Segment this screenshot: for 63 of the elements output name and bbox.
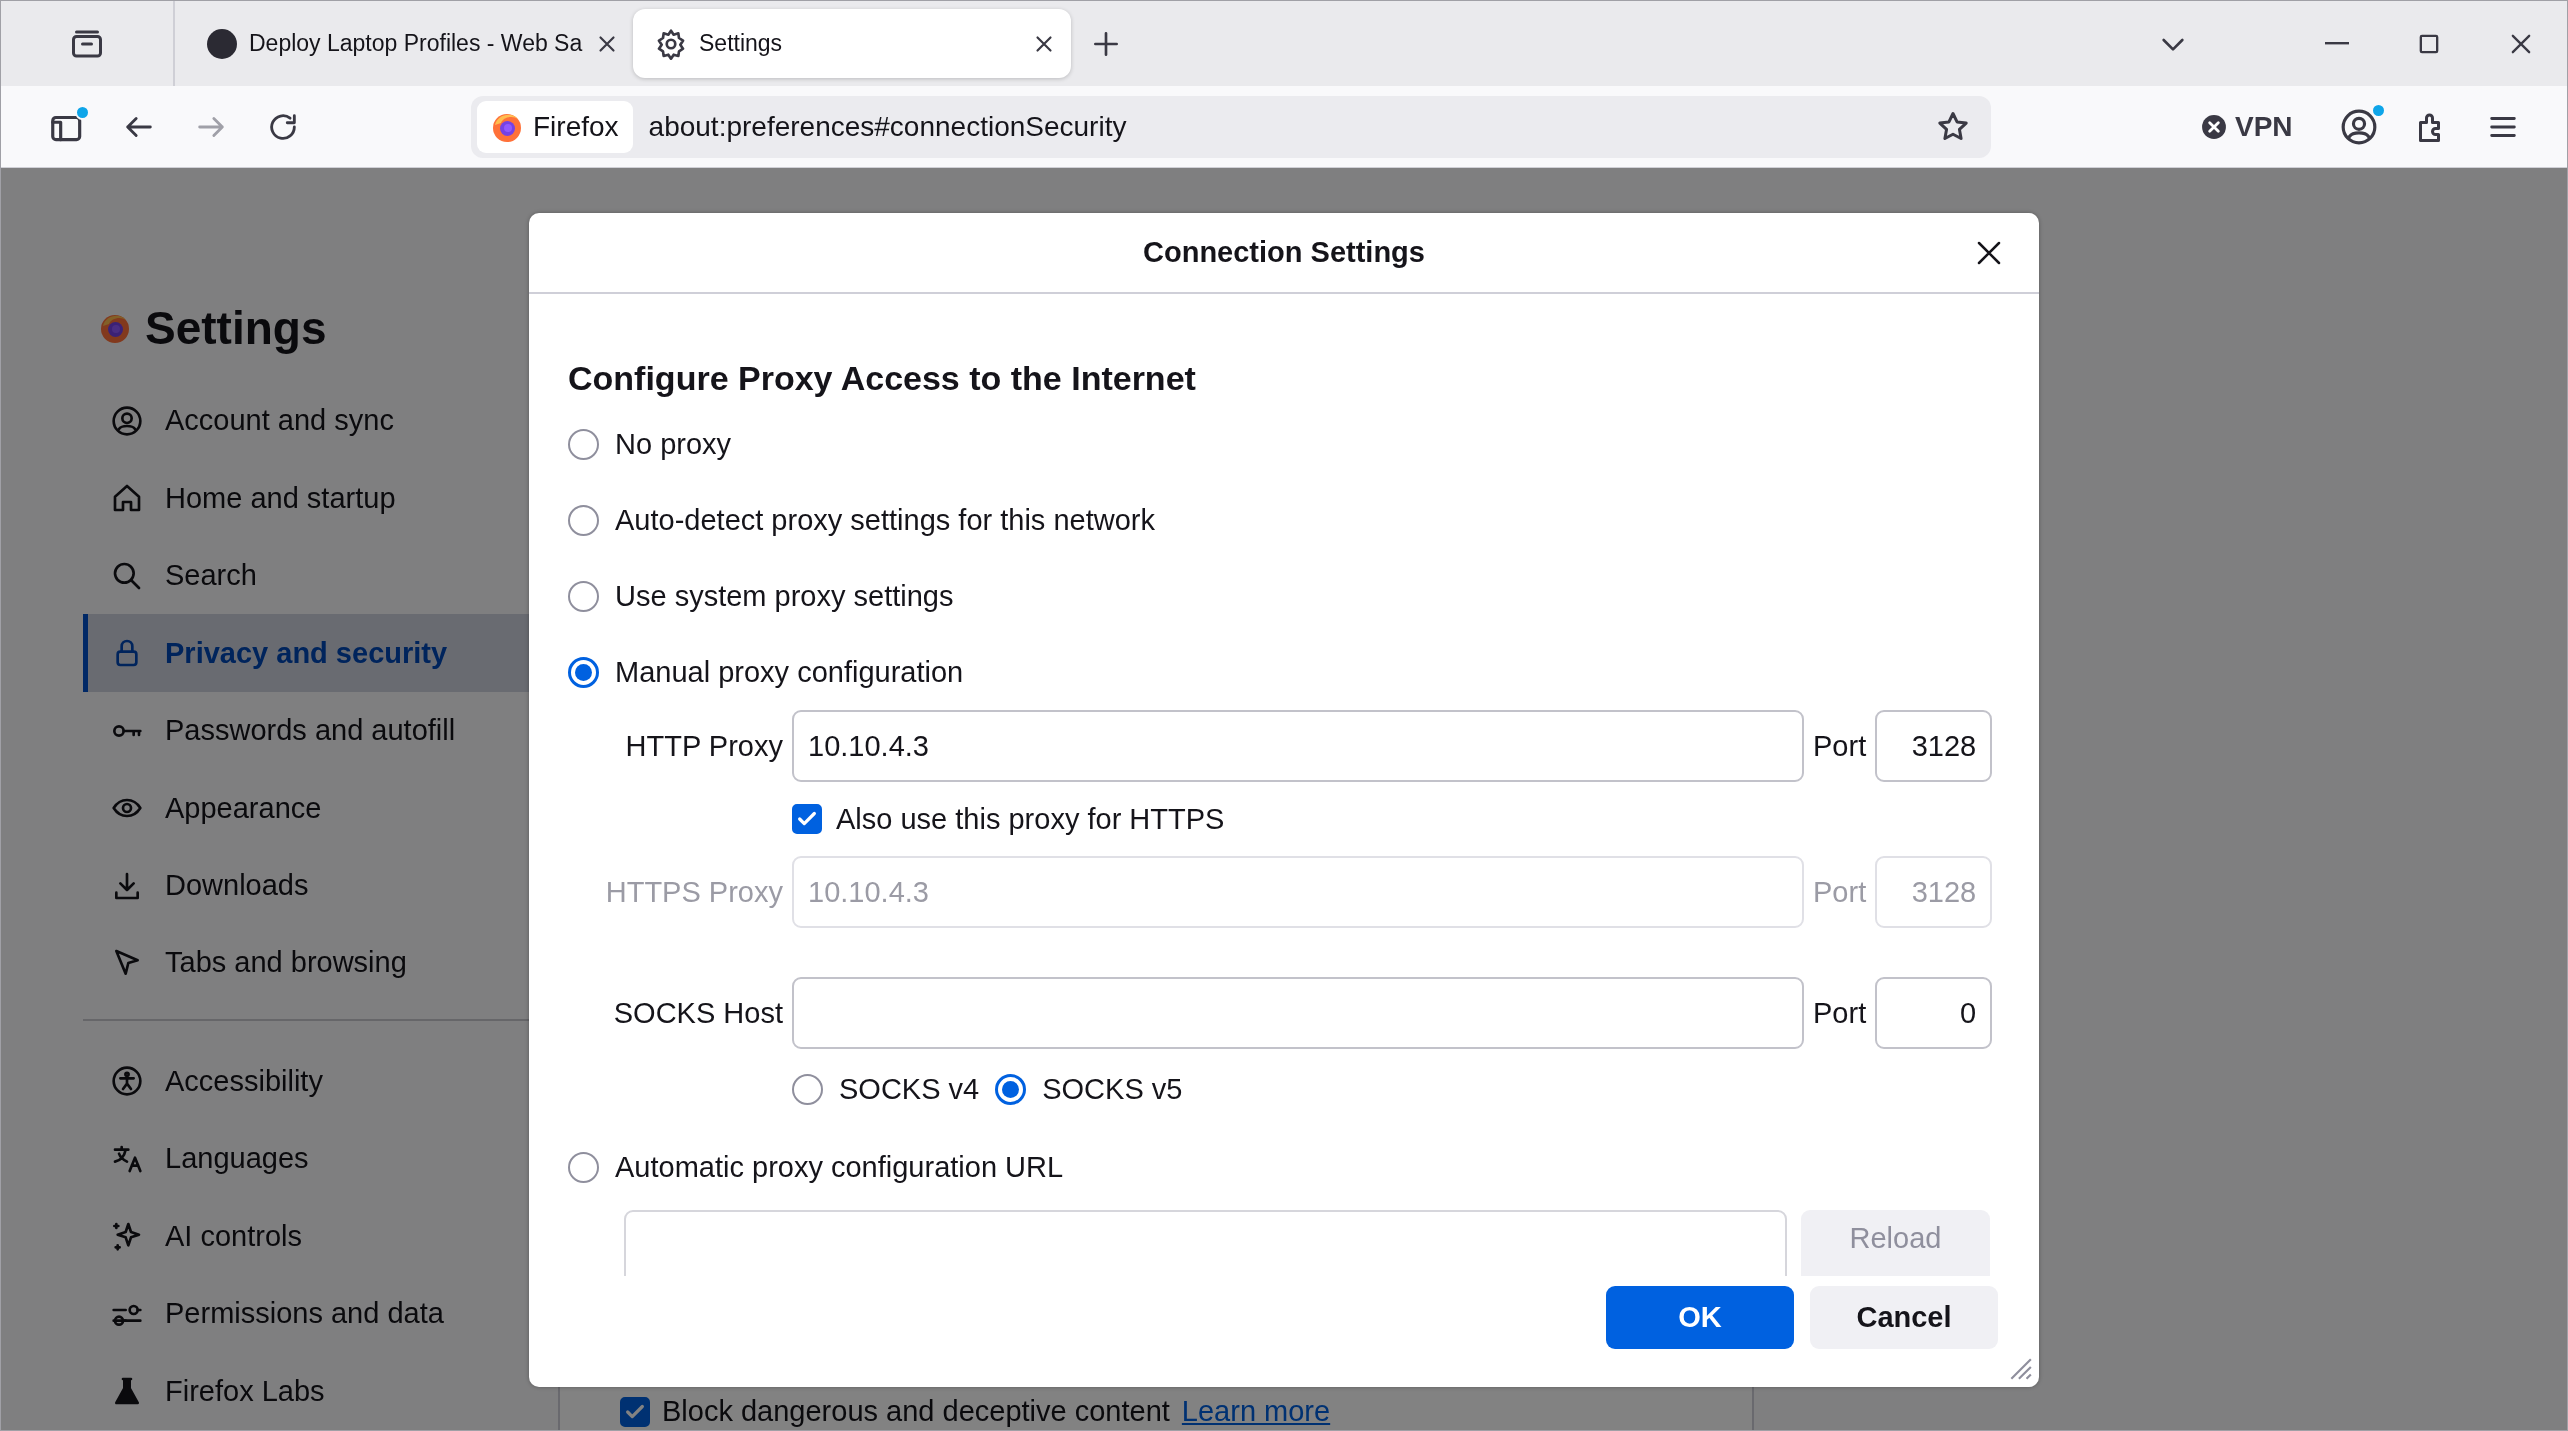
sidebar-item[interactable]: Appearance: [83, 769, 558, 847]
radio-label: SOCKS v5: [1042, 1072, 1183, 1106]
sidebar-item[interactable]: Downloads: [83, 846, 558, 925]
port-field[interactable]: 3128: [1875, 710, 1993, 782]
accessibility-icon: [111, 1065, 143, 1098]
identity-label: Firefox: [533, 110, 619, 143]
notification-dot: [2370, 102, 2386, 118]
sidebar-item[interactable]: Permissions and data: [83, 1275, 558, 1353]
radio-label: SOCKS v4: [839, 1072, 980, 1106]
checkbox[interactable]: [620, 1396, 650, 1427]
sidebar-item[interactable]: Languages: [83, 1120, 558, 1198]
radio-button[interactable]: [568, 656, 599, 688]
radio-button[interactable]: [792, 1073, 823, 1105]
radio-button[interactable]: [568, 504, 599, 536]
checkbox[interactable]: [792, 804, 822, 834]
radio-button[interactable]: [568, 1151, 599, 1183]
address-bar[interactable]: Firefox about:preferences#connectionSecurity: [471, 95, 1991, 158]
radio-label: Use system proxy settings: [615, 579, 954, 613]
radio-label: Automatic proxy configuration URL: [615, 1150, 1064, 1184]
ok-button[interactable]: OK: [1606, 1286, 1794, 1349]
port-field[interactable]: 0: [1875, 977, 1993, 1049]
notification-dot: [75, 104, 90, 120]
account-icon: [111, 404, 143, 437]
field-label: HTTPS Proxy: [604, 875, 783, 909]
sidebar-item[interactable]: Accessibility: [83, 1042, 558, 1121]
sidebar-item[interactable]: Tabs and browsing: [83, 924, 558, 1002]
vpn-button[interactable]: VPN: [2201, 110, 2293, 143]
radio-label: Auto-detect proxy settings for this network: [615, 503, 1155, 537]
browser-logo-icon: [99, 312, 131, 344]
minimize-icon: [2325, 42, 2349, 45]
radio-button[interactable]: [568, 428, 599, 460]
learn-more-link[interactable]: Learn more: [1181, 1395, 1331, 1428]
port-label: Port: [1813, 996, 1867, 1030]
sidebar-item[interactable]: Passwords and autofill: [83, 691, 558, 770]
port-label: Port: [1813, 729, 1867, 763]
input-field[interactable]: 10.10.4.3: [792, 710, 1804, 782]
sidebar-item[interactable]: AI controls: [83, 1197, 558, 1276]
sidebar-item[interactable]: Search: [83, 536, 558, 615]
dialog-title: Connection Settings: [1143, 236, 1425, 269]
sidebar-item[interactable]: Firefox Labs: [83, 1352, 558, 1430]
checkbox-label: Also use this proxy for HTTPS: [836, 802, 1225, 836]
site-icon: [207, 28, 237, 59]
page-title: Settings: [145, 301, 327, 355]
input-field[interactable]: [792, 977, 1804, 1049]
radio-label: No proxy: [615, 427, 732, 461]
section-heading: Configure Proxy Access to the Internet: [568, 358, 1197, 399]
radio-label: Manual proxy configuration: [615, 655, 964, 689]
sparkle-icon: [111, 1220, 143, 1253]
port-label: Port: [1813, 875, 1867, 909]
account-icon: [2339, 107, 2378, 146]
radio-button[interactable]: [568, 580, 599, 612]
gear-icon: [655, 27, 687, 60]
checkbox-label: Block dangerous and deceptive content: [662, 1395, 1170, 1428]
cancel-button[interactable]: Cancel: [1810, 1286, 1998, 1349]
field-label: HTTP Proxy: [624, 729, 783, 763]
url-text: about:preferences#connectionSecurity: [648, 110, 1128, 143]
radio-button[interactable]: [995, 1073, 1027, 1105]
field-label: SOCKS Host: [612, 996, 783, 1030]
sidebar-item[interactable]: Account and sync: [83, 381, 558, 460]
sidebar-item[interactable]: Home and startup: [83, 459, 558, 537]
browser-tab[interactable]: Settings: [633, 9, 1071, 78]
close-circle-icon: [2201, 113, 2227, 140]
browser-tab[interactable]: Deploy Laptop Profiles - Web Sa: [185, 9, 623, 78]
